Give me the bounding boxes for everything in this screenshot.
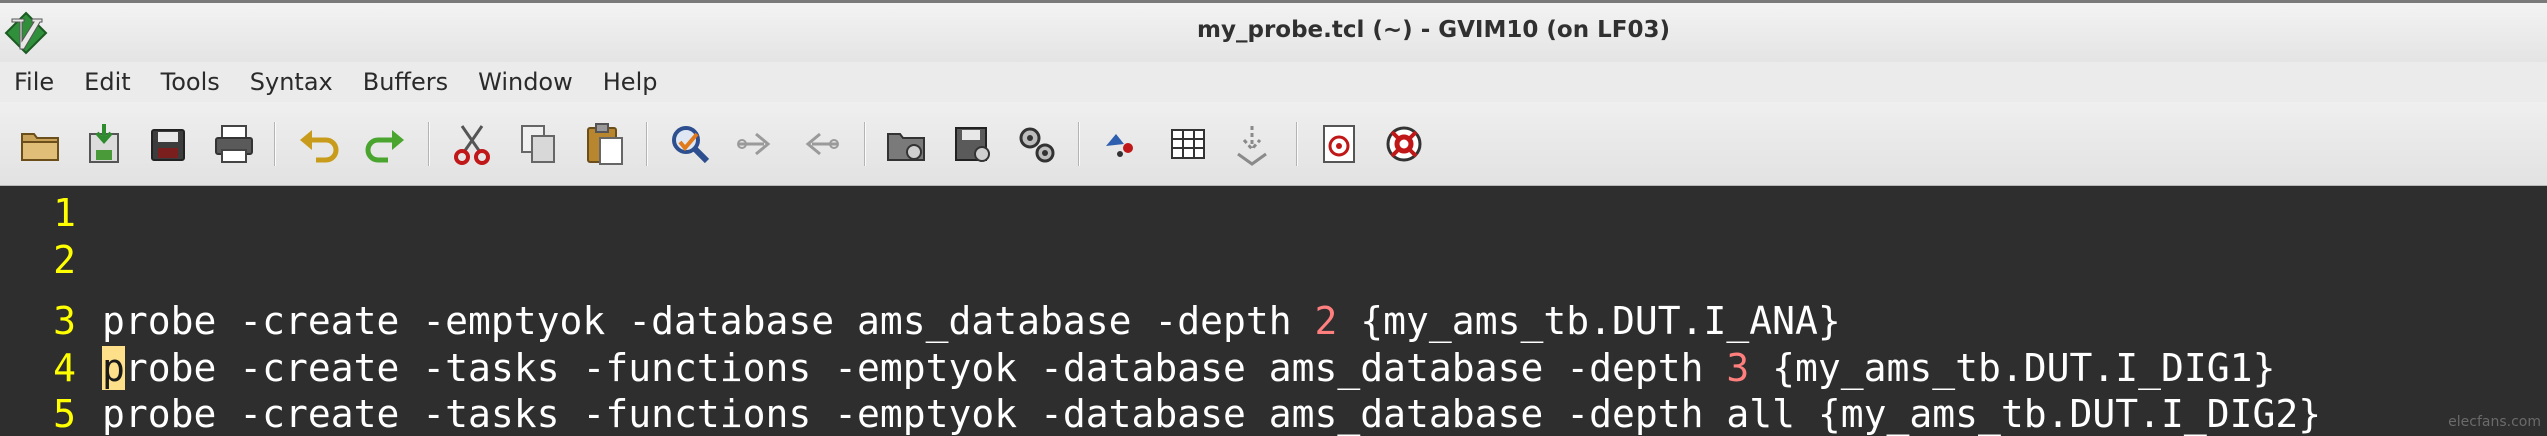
editor-line[interactable]: 1 [0, 190, 102, 236]
paste-icon[interactable] [580, 120, 628, 168]
menu-buffers[interactable]: Buffers [363, 68, 448, 96]
editor-area[interactable]: 1 2 3 probe -create -emptyok -database am… [0, 186, 2547, 436]
print-icon[interactable] [210, 120, 258, 168]
depth-value[interactable]: 3 [1726, 346, 1749, 390]
run-script-icon[interactable] [1012, 120, 1060, 168]
depth-value[interactable]: 2 [1315, 299, 1338, 343]
line-text[interactable]: {my_ams_tb.DUT.I_DIG1} [1749, 346, 2275, 390]
redo-icon[interactable] [360, 120, 408, 168]
undo-icon[interactable] [296, 120, 344, 168]
find-help-icon[interactable] [1380, 120, 1428, 168]
editor-line[interactable]: 4 probe -create -tasks -functions -emptyo… [0, 345, 2275, 391]
open-file-icon[interactable] [16, 120, 64, 168]
window-title: my_probe.tcl (~) - GVIM10 (on LF03) [1197, 17, 1670, 43]
help-icon[interactable] [1316, 120, 1364, 168]
line-number: 4 [53, 346, 76, 390]
find-previous-icon[interactable] [796, 120, 844, 168]
line-number: 2 [53, 238, 76, 282]
menu-help[interactable]: Help [603, 68, 658, 96]
toolbar-separator [864, 122, 866, 166]
jump-to-tag-icon[interactable] [1228, 120, 1276, 168]
save-all-icon[interactable] [144, 120, 192, 168]
toolbar [0, 102, 2547, 186]
watermark: elecfans.com [2448, 414, 2541, 430]
run-ctags-icon[interactable] [1164, 120, 1212, 168]
menu-window[interactable]: Window [478, 68, 573, 96]
copy-icon[interactable] [514, 120, 562, 168]
text-cursor[interactable]: p [102, 346, 125, 390]
save-file-icon[interactable] [80, 120, 128, 168]
line-text[interactable]: probe -create -tasks -functions -emptyok… [102, 392, 2321, 436]
toolbar-separator [1296, 122, 1298, 166]
editor-line[interactable]: 3 probe -create -emptyok -database ams_da… [0, 298, 1841, 344]
menu-edit[interactable]: Edit [84, 68, 130, 96]
save-session-icon[interactable] [948, 120, 996, 168]
toolbar-separator [1078, 122, 1080, 166]
make-icon[interactable] [1098, 120, 1146, 168]
line-number: 5 [53, 392, 76, 436]
gvim-window: my_probe.tcl (~) - GVIM10 (on LF03) File… [0, 0, 2547, 436]
menu-bar: File Edit Tools Syntax Buffers Window He… [0, 62, 2547, 102]
line-text[interactable]: probe -create -emptyok -database ams_dat… [102, 299, 1315, 343]
find-next-icon[interactable] [732, 120, 780, 168]
line-number: 3 [53, 299, 76, 343]
toolbar-separator [646, 122, 648, 166]
menu-syntax[interactable]: Syntax [250, 68, 333, 96]
cut-icon[interactable] [448, 120, 496, 168]
load-session-icon[interactable] [882, 120, 930, 168]
find-replace-icon[interactable] [666, 120, 714, 168]
editor-line[interactable]: 2 [0, 237, 102, 283]
menu-tools[interactable]: Tools [161, 68, 220, 96]
toolbar-separator [428, 122, 430, 166]
menu-file[interactable]: File [14, 68, 54, 96]
line-number: 1 [53, 191, 76, 235]
toolbar-separator [274, 122, 276, 166]
editor-line[interactable]: 5 probe -create -tasks -functions -emptyo… [0, 391, 2321, 436]
title-bar: my_probe.tcl (~) - GVIM10 (on LF03) [0, 0, 2547, 62]
line-text[interactable]: robe -create -tasks -functions -emptyok … [125, 346, 1726, 390]
line-text[interactable]: {my_ams_tb.DUT.I_ANA} [1337, 299, 1840, 343]
